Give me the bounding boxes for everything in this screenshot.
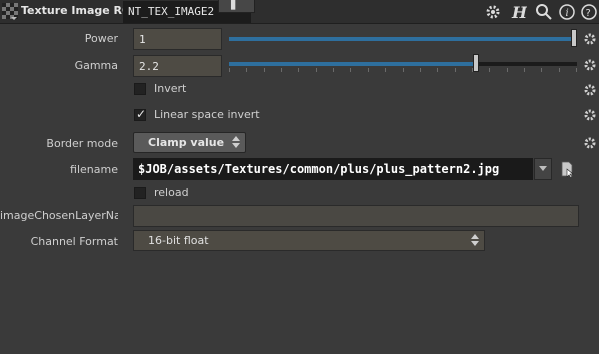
slider-tick (246, 68, 247, 72)
reload-checkbox[interactable] (134, 187, 146, 199)
slider-tick (420, 68, 421, 72)
linear-space-invert-label: Linear space invert (154, 108, 260, 121)
svg-text:i: i (566, 8, 569, 19)
gear-icon[interactable] (583, 83, 597, 97)
slider-tick (316, 68, 317, 72)
slider-tick (264, 68, 265, 72)
file-chooser-icon[interactable] (560, 161, 576, 177)
info-icon[interactable]: i (558, 3, 576, 21)
texture-node-icon[interactable] (1, 2, 19, 20)
channel-format-menu[interactable]: 16-bit float (133, 230, 485, 251)
slider-tick (559, 68, 560, 72)
slider-tick (541, 68, 542, 72)
gamma-slider-ticks (229, 68, 577, 73)
slider-tick (333, 68, 334, 72)
slider-tick (385, 68, 386, 72)
channel-format-label: Channel Format (30, 235, 118, 248)
slider-tick (403, 68, 404, 72)
svg-text:?: ? (586, 8, 591, 19)
gamma-field[interactable]: 2.2 (133, 55, 222, 77)
node-type-label: Texture Image RGB (21, 4, 140, 17)
power-slider-handle[interactable] (571, 29, 577, 47)
border-mode-value: Clamp value (148, 136, 225, 149)
filename-field[interactable]: $JOB/assets/Textures/common/plus/plus_pa… (133, 158, 533, 180)
help-icon[interactable]: ? (580, 3, 598, 21)
search-icon[interactable] (535, 3, 553, 21)
linear-space-invert-checkbox[interactable] (134, 107, 146, 121)
slider-tick (281, 68, 282, 72)
houdini-h-icon[interactable]: H (509, 3, 527, 21)
up-down-arrow-icon (471, 234, 479, 246)
power-slider[interactable] (229, 29, 577, 47)
channel-format-value: 16-bit float (148, 234, 209, 247)
slider-tick (507, 68, 508, 72)
filename-dropdown-button[interactable] (534, 158, 552, 180)
reload-label: reload (154, 186, 189, 199)
power-slider-fill (229, 37, 577, 41)
slider-tick (576, 68, 577, 72)
slider-tick (472, 68, 473, 72)
gear-icon[interactable] (583, 108, 597, 122)
slider-tick (298, 68, 299, 72)
chevron-down-icon (539, 166, 547, 171)
gamma-slider[interactable] (229, 54, 577, 72)
border-mode-label: Border mode (46, 137, 118, 150)
power-field[interactable]: 1 (133, 28, 222, 50)
slider-tick (524, 68, 525, 72)
image-layer-field[interactable] (133, 205, 579, 227)
slider-tick (350, 68, 351, 72)
svg-text:H: H (511, 3, 527, 21)
slider-tick (229, 68, 230, 72)
parameter-header: Texture Image RGB NT_TEX_IMAGE2 ▌ H i ? (0, 0, 599, 24)
gear-icon[interactable] (583, 136, 597, 150)
invert-checkbox[interactable] (134, 83, 146, 95)
tab-flap[interactable]: ▌ (218, 0, 255, 13)
gamma-slider-fill (229, 62, 476, 66)
gear-icon[interactable] (484, 3, 502, 21)
gamma-label: Gamma (74, 59, 118, 72)
gear-icon[interactable] (583, 58, 597, 72)
border-mode-menu[interactable]: Clamp value (133, 132, 246, 153)
filename-label: filename (70, 163, 118, 176)
slider-tick (437, 68, 438, 72)
gear-icon[interactable] (583, 32, 597, 46)
image-layer-label: imageChosenLayerNa... (0, 209, 118, 222)
slider-tick (368, 68, 369, 72)
invert-label: Invert (154, 82, 187, 95)
slider-tick (455, 68, 456, 72)
slider-tick (489, 68, 490, 72)
up-down-arrow-icon (232, 136, 240, 148)
power-label: Power (84, 32, 118, 45)
